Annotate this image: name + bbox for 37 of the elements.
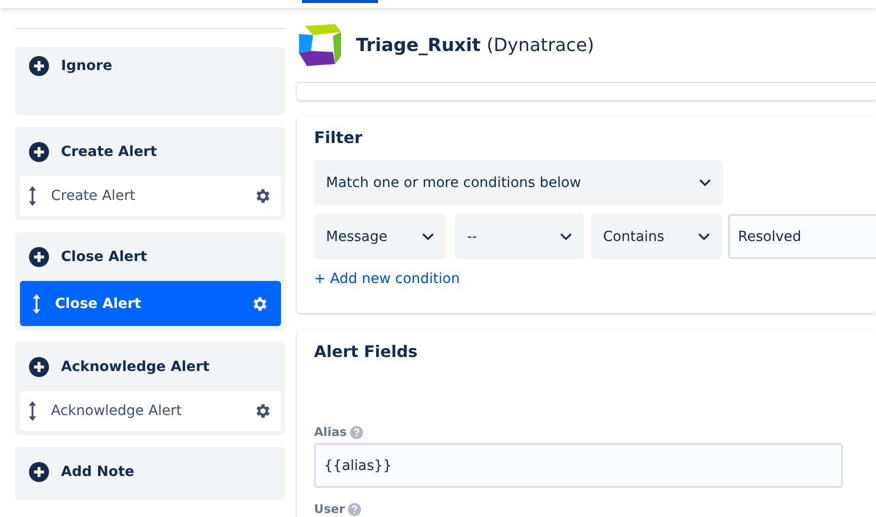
- card-title: Alert Fields: [314, 342, 419, 361]
- condition-value-field[interactable]: Resolved: [728, 214, 876, 259]
- add-condition-link[interactable]: + Add new condition: [314, 271, 460, 287]
- plus-circle-icon[interactable]: [29, 56, 49, 76]
- up-down-arrow-icon: [32, 292, 41, 314]
- condition-select[interactable]: Message: [314, 214, 446, 259]
- condition-select[interactable]: --: [455, 214, 584, 259]
- plus-circle-icon[interactable]: [29, 356, 49, 376]
- chevron-down-icon: [699, 178, 711, 186]
- chevron-down-icon: [422, 232, 434, 240]
- group-title: Acknowledge Alert: [61, 358, 210, 374]
- action-item[interactable]: Create Alert: [20, 176, 281, 216]
- integration-name: Triage_Ruxit: [356, 34, 481, 56]
- action-item[interactable]: Acknowledge Alert: [20, 391, 281, 431]
- chevron-down-icon: [560, 232, 572, 240]
- settings-icon[interactable]: [251, 294, 269, 312]
- action-item[interactable]: Close Alert: [20, 281, 281, 326]
- up-down-arrow-icon: [28, 400, 37, 422]
- match-select[interactable]: Match one or more conditions below: [314, 160, 723, 205]
- card-title: Filter: [314, 128, 364, 147]
- settings-icon[interactable]: [254, 402, 272, 420]
- group-title: Add Note: [61, 464, 134, 480]
- settings-icon[interactable]: [254, 187, 272, 205]
- plus-circle-icon[interactable]: [29, 246, 49, 266]
- up-down-arrow-icon: [28, 185, 37, 207]
- plus-circle-icon[interactable]: [29, 462, 49, 482]
- chevron-down-icon: [698, 232, 710, 240]
- field-label: User: [314, 502, 345, 516]
- cube-logo-icon: [297, 22, 343, 68]
- condition-select[interactable]: Contains: [591, 214, 722, 259]
- group-title: Create Alert: [61, 144, 157, 160]
- group-title: Ignore: [61, 58, 112, 74]
- plus-circle-icon[interactable]: [29, 142, 49, 162]
- integration-source: (Dynatrace): [486, 34, 594, 56]
- alias-field[interactable]: {{alias}}: [314, 443, 843, 488]
- group-title: Close Alert: [61, 248, 148, 264]
- field-label: Alias: [314, 425, 347, 439]
